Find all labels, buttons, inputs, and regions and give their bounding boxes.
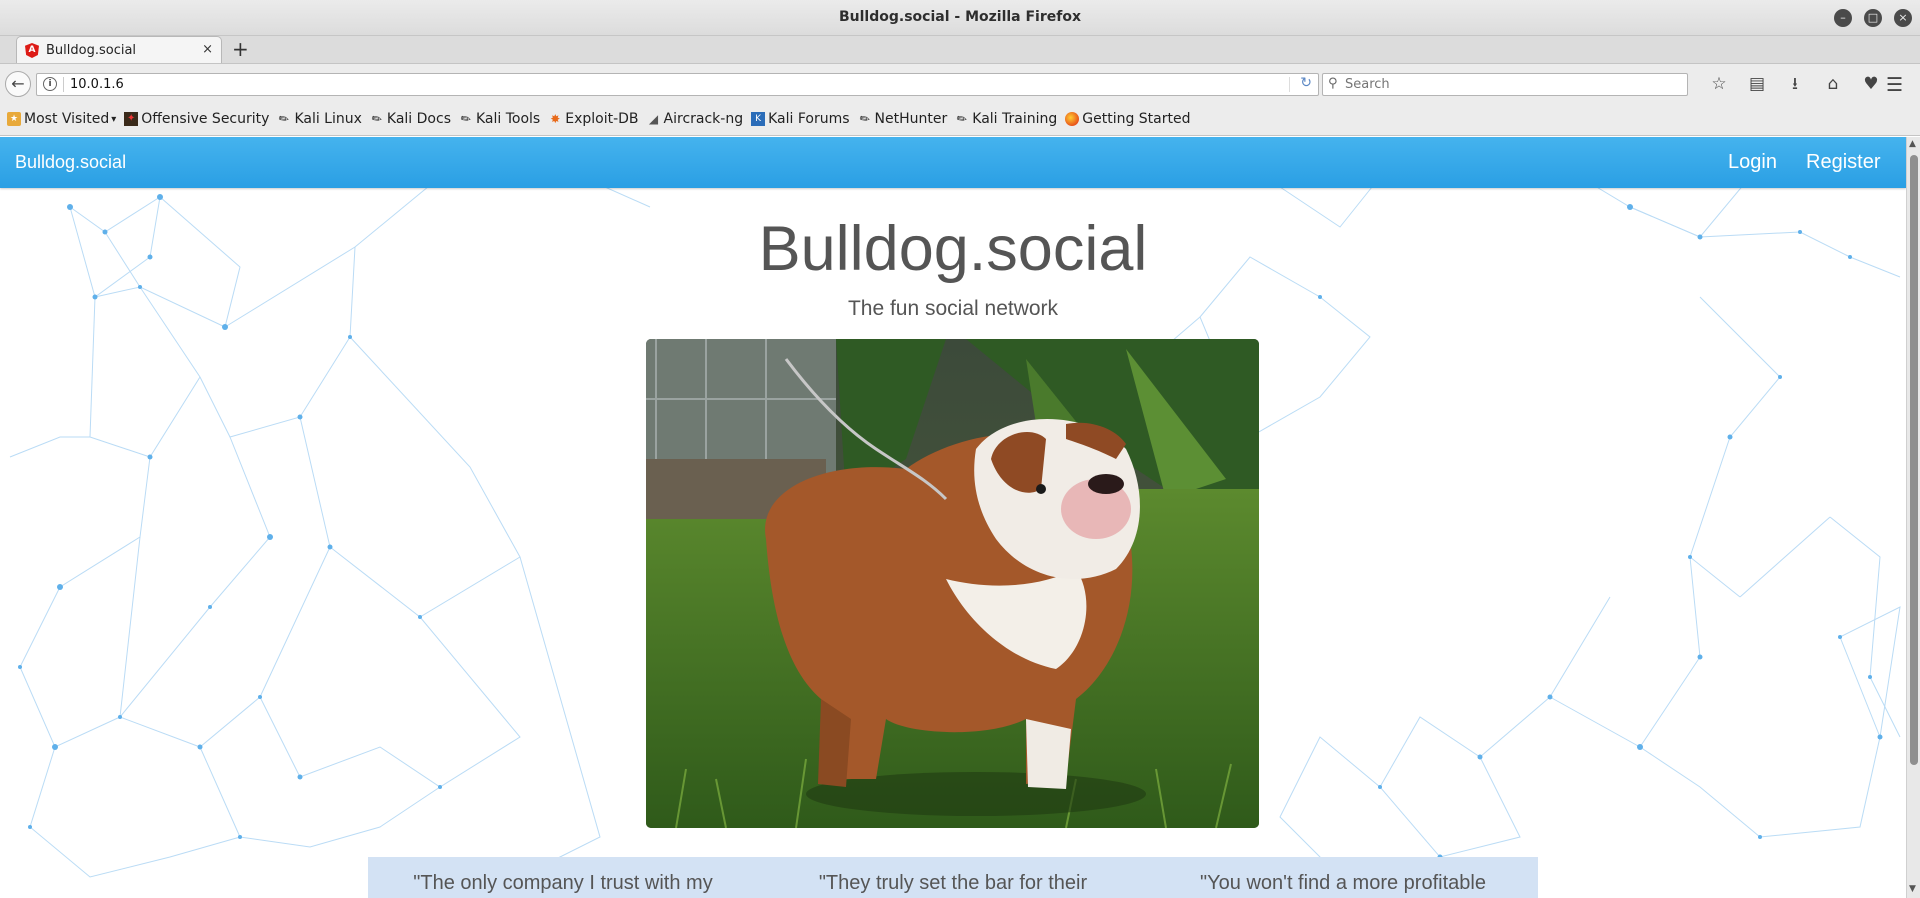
home-icon[interactable]: ⌂: [1814, 74, 1852, 94]
new-tab-button[interactable]: +: [232, 38, 249, 60]
bookmark-star-icon[interactable]: ☆: [1700, 74, 1738, 94]
scroll-down-icon[interactable]: ▼: [1909, 884, 1916, 894]
minimize-icon[interactable]: –: [1834, 9, 1852, 27]
tab-label: Bulldog.social: [46, 43, 137, 58]
window-title: Bulldog.social - Mozilla Firefox: [839, 9, 1081, 25]
downloads-icon[interactable]: ⭳: [1776, 74, 1814, 94]
page-scrollbar[interactable]: ▲ ▼: [1906, 137, 1920, 898]
kali-forums-icon: K: [751, 112, 766, 126]
url-bar[interactable]: i 10.0.1.6 ↻: [36, 73, 1319, 96]
bookmark-kali-linux[interactable]: ✎ Kali Linux: [276, 110, 362, 128]
page-subtitle: The fun social network: [847, 297, 1059, 320]
brand-link[interactable]: Bulldog.social: [15, 152, 126, 173]
kali-icon: ✎: [457, 110, 475, 128]
kali-icon: ✎: [954, 110, 971, 128]
search-bar[interactable]: ⚲: [1322, 73, 1688, 96]
testimonial-quote: "The only company I trust with my: [413, 872, 713, 894]
back-arrow-icon[interactable]: ←: [5, 71, 31, 97]
bookmark-kali-tools[interactable]: ✎ Kali Tools: [457, 110, 540, 128]
bookmark-kali-training[interactable]: ✎ Kali Training: [954, 110, 1057, 128]
url-text[interactable]: 10.0.1.6: [70, 77, 124, 92]
window-controls: – □ ×: [1834, 9, 1912, 27]
testimonial-quote: "You won't find a more profitable: [1200, 872, 1486, 894]
testimonial-quote: "They truly set the bar for their: [818, 872, 1088, 894]
scroll-up-icon[interactable]: ▲: [1909, 139, 1916, 149]
register-link[interactable]: Register: [1806, 151, 1880, 174]
bookmark-offensive-security[interactable]: ✦ Offensive Security: [124, 111, 269, 127]
toolbar-icons: ☆ ▤ ⭳ ⌂ ♥: [1700, 74, 1890, 94]
most-visited-icon: ★: [7, 112, 21, 126]
tab-strip: A Bulldog.social × +: [0, 36, 1920, 64]
offsec-icon: ✦: [124, 112, 139, 126]
testimonials-strip: "The only company I trust with my "They …: [368, 857, 1538, 898]
firefox-icon: [1065, 112, 1080, 126]
aircrack-icon: ◢: [648, 112, 659, 126]
window-titlebar: Bulldog.social - Mozilla Firefox – □ ×: [0, 0, 1920, 36]
pocket-icon[interactable]: ♥: [1852, 74, 1890, 94]
reading-list-icon[interactable]: ▤: [1738, 74, 1776, 94]
navigation-toolbar: ← i 10.0.1.6 ↻ ⚲ ☆ ▤ ⭳ ⌂ ♥ ☰: [0, 63, 1920, 103]
kali-icon: ✎: [856, 110, 873, 128]
bookmark-nethunter[interactable]: ✎ NetHunter: [856, 110, 947, 128]
login-link[interactable]: Login: [1728, 151, 1777, 174]
bookmark-kali-docs[interactable]: ✎ Kali Docs: [368, 110, 451, 128]
page-title: Bulldog.social: [758, 214, 1148, 284]
bookmark-most-visited[interactable]: ★ Most Visited ▾: [7, 111, 116, 127]
tab-close-icon[interactable]: ×: [202, 42, 213, 57]
scrollbar-thumb[interactable]: [1910, 155, 1918, 765]
bookmarks-toolbar: ★ Most Visited ▾ ✦ Offensive Security ✎ Kali…: [0, 103, 1920, 136]
bookmark-exploit-db[interactable]: ✸ Exploit-DB: [548, 111, 638, 127]
chevron-down-icon: ▾: [111, 113, 117, 125]
search-icon: ⚲: [1328, 76, 1338, 91]
close-window-icon[interactable]: ×: [1894, 9, 1912, 27]
angular-favicon-icon: A: [25, 43, 39, 58]
page-viewport: Bulldog.social Login Register Bulldog.so…: [0, 137, 1920, 898]
kali-icon: ✎: [276, 110, 293, 128]
site-info-icon[interactable]: i: [43, 77, 57, 91]
maximize-icon[interactable]: □: [1864, 9, 1882, 27]
kali-icon: ✎: [368, 110, 386, 128]
hamburger-menu-icon[interactable]: ☰: [1886, 74, 1903, 96]
bookmark-aircrack-ng[interactable]: ◢ Aircrack-ng: [647, 111, 743, 127]
bulldog-photo: [646, 339, 1259, 828]
exploit-db-icon: ✸: [550, 112, 561, 126]
tab-bulldog-social[interactable]: A Bulldog.social ×: [16, 36, 222, 64]
search-input[interactable]: [1345, 76, 1675, 93]
bookmark-getting-started[interactable]: Getting Started: [1065, 111, 1191, 127]
bookmark-kali-forums[interactable]: K Kali Forums: [751, 111, 850, 127]
app-navbar: Bulldog.social Login Register: [0, 137, 1906, 188]
reload-icon[interactable]: ↻: [1300, 75, 1312, 91]
